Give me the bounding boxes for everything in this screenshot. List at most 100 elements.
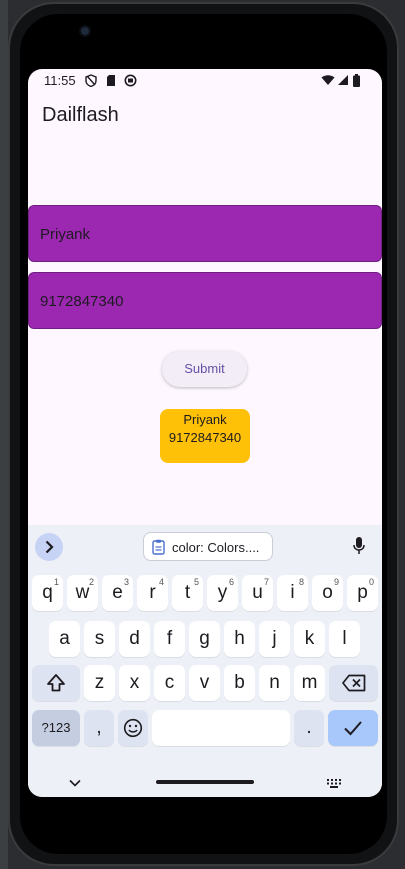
key-number-hint: 4 [158, 577, 164, 587]
home-gesture-handle[interactable] [156, 780, 254, 784]
clipboard-suggestion-chip[interactable]: color: Colors.... [143, 532, 273, 561]
key-g[interactable]: g [189, 621, 220, 657]
backspace-icon [341, 674, 365, 692]
key-v[interactable]: v [189, 665, 220, 701]
phone-field[interactable]: 9172847340 [28, 272, 382, 329]
clipboard-icon [152, 539, 165, 555]
wifi-icon [321, 75, 335, 85]
sim-card-icon [107, 75, 115, 86]
navigation-bar [28, 765, 382, 797]
key-label: g [199, 628, 210, 649]
key-l[interactable]: l [329, 621, 360, 657]
key-label: f [166, 628, 173, 649]
key-x[interactable]: x [119, 665, 150, 701]
key-label: h [234, 628, 245, 649]
key-label: n [269, 672, 280, 693]
backspace-key[interactable] [329, 665, 378, 701]
key-number-hint: 9 [333, 577, 339, 587]
key-label: l [342, 628, 347, 649]
key-number-hint: 6 [228, 577, 234, 587]
key-label: e [112, 582, 123, 603]
key-m[interactable]: m [294, 665, 325, 701]
key-q[interactable]: q1 [32, 575, 63, 611]
comma-key[interactable]: , [84, 710, 114, 746]
mic-icon[interactable] [353, 537, 365, 555]
phone-field-value: 9172847340 [40, 293, 124, 310]
emoji-key[interactable] [118, 710, 148, 746]
key-label: o [322, 582, 333, 603]
name-field[interactable]: Priyank [28, 205, 382, 262]
result-card: Priyank 9172847340 [160, 409, 250, 463]
key-p[interactable]: p0 [347, 575, 378, 611]
device-screen: 11:55 Dailflash Priyank 9172847340 Submi… [28, 69, 382, 797]
key-c[interactable]: c [154, 665, 185, 701]
battery-icon [353, 74, 360, 87]
result-name: Priyank [183, 412, 227, 427]
ide-panel-edge [0, 0, 8, 869]
key-label: y [217, 582, 228, 603]
key-number-hint: 3 [123, 577, 129, 587]
key-y[interactable]: y6 [207, 575, 238, 611]
key-label: b [234, 672, 245, 693]
keyboard-grid-icon[interactable] [327, 779, 341, 788]
key-k[interactable]: k [294, 621, 325, 657]
key-e[interactable]: e3 [102, 575, 133, 611]
key-d[interactable]: d [119, 621, 150, 657]
status-time: 11:55 [44, 73, 76, 88]
key-label: i [290, 582, 295, 603]
key-number-hint: 1 [53, 577, 59, 587]
check-icon [344, 721, 362, 736]
result-phone: 9172847340 [168, 430, 242, 445]
key-b[interactable]: b [224, 665, 255, 701]
period-key[interactable]: . [294, 710, 324, 746]
key-r[interactable]: r4 [137, 575, 168, 611]
key-label: m [301, 672, 318, 693]
key-o[interactable]: o9 [312, 575, 343, 611]
keyboard-expand-button[interactable] [35, 533, 63, 561]
status-bar: 11:55 [28, 69, 382, 93]
key-number-hint: 0 [368, 577, 374, 587]
key-label: j [272, 628, 277, 649]
key-f[interactable]: f [154, 621, 185, 657]
key-i[interactable]: i8 [277, 575, 308, 611]
key-number-hint: 2 [88, 577, 94, 587]
key-a[interactable]: a [49, 621, 80, 657]
enter-key[interactable] [328, 710, 378, 746]
key-label: d [129, 628, 140, 649]
soft-keyboard: color: Colors.... q1w2e3r4t5y6u7i8o9p0 a… [28, 525, 382, 797]
app-title: Dailflash [42, 104, 119, 126]
space-key[interactable] [152, 710, 290, 746]
key-t[interactable]: t5 [172, 575, 203, 611]
chevron-down-icon[interactable] [69, 779, 81, 787]
key-number-hint: 8 [298, 577, 304, 587]
keyboard-toolbar: color: Colors.... [28, 525, 382, 567]
chevron-right-icon [45, 540, 54, 554]
name-field-value: Priyank [40, 226, 91, 243]
key-u[interactable]: u7 [242, 575, 273, 611]
submit-button[interactable]: Submit [162, 351, 247, 387]
shift-icon [47, 674, 65, 692]
key-j[interactable]: j [259, 621, 290, 657]
signal-icon [338, 75, 348, 85]
key-z[interactable]: z [84, 665, 115, 701]
shift-key[interactable] [32, 665, 80, 701]
key-label: s [94, 628, 105, 649]
key-label: t [184, 582, 191, 603]
sync-icon [124, 74, 137, 87]
front-camera [79, 25, 91, 37]
key-label: z [94, 672, 105, 693]
key-number-hint: 5 [193, 577, 199, 587]
key-s[interactable]: s [84, 621, 115, 657]
key-label: p [357, 582, 368, 603]
key-n[interactable]: n [259, 665, 290, 701]
key-h[interactable]: h [224, 621, 255, 657]
symbols-key[interactable]: ?123 [32, 710, 80, 746]
key-label: v [199, 672, 210, 693]
key-label: k [304, 628, 315, 649]
key-label: r [149, 582, 156, 603]
key-label: q [42, 582, 53, 603]
clipboard-text: color: Colors.... [172, 540, 260, 555]
key-label: a [59, 628, 70, 649]
key-w[interactable]: w2 [67, 575, 98, 611]
key-label: u [252, 582, 263, 603]
